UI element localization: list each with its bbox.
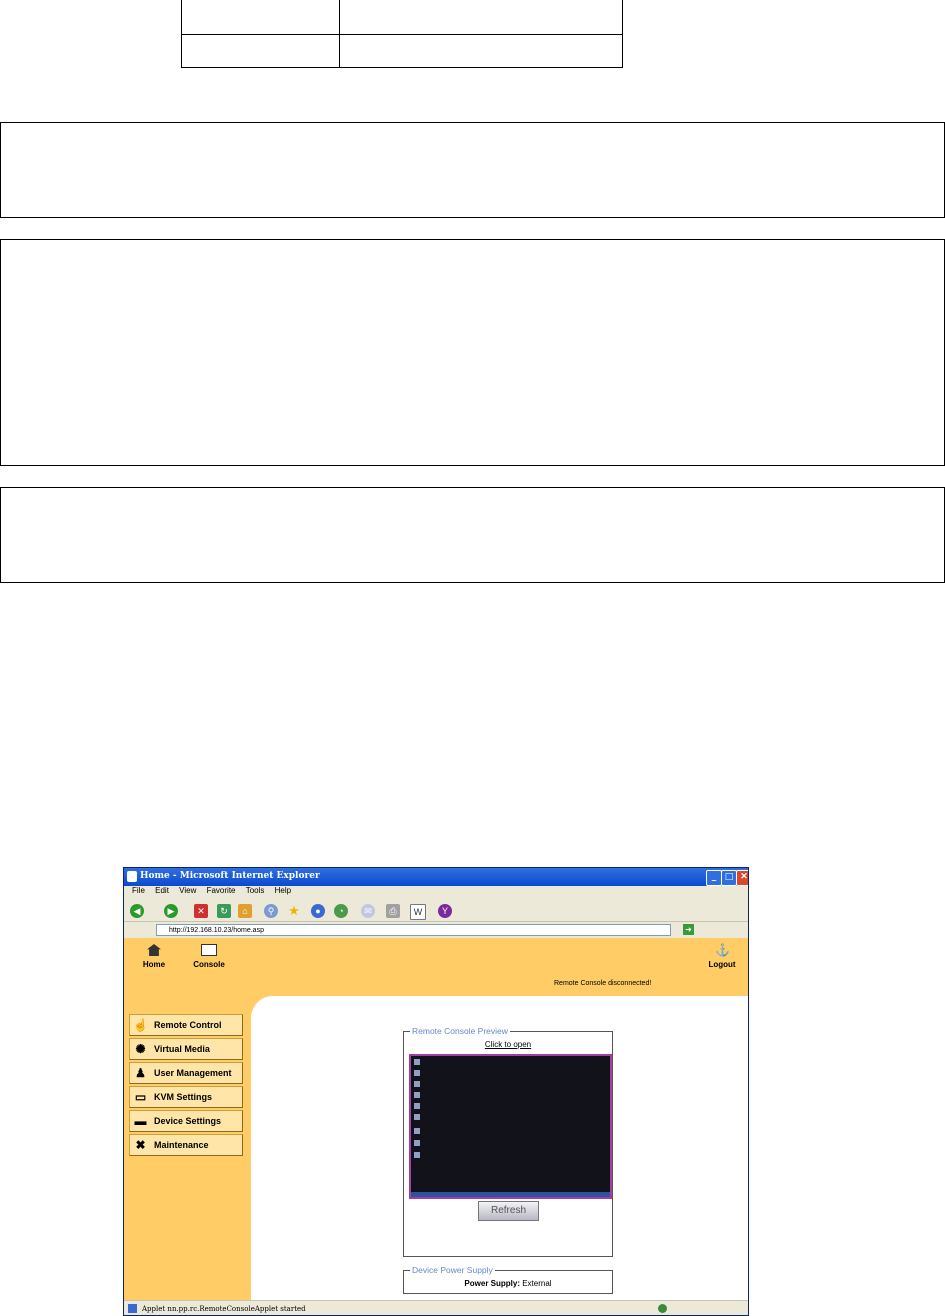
edit-icon[interactable]: W bbox=[410, 904, 426, 920]
sidebar-item-kvm-settings[interactable]: ▭ KVM Settings bbox=[129, 1086, 243, 1108]
desktop-icon bbox=[414, 1070, 420, 1076]
device-icon: ▬ bbox=[134, 1114, 147, 1128]
preview-legend: Remote Console Preview bbox=[410, 1026, 510, 1036]
main-content: Remote Console Preview Click to open Ref… bbox=[251, 996, 748, 1300]
power-supply-line: Power Supply: External bbox=[404, 1279, 612, 1288]
forward-icon[interactable]: ▶ bbox=[164, 904, 178, 918]
window-title: Home - Microsoft Internet Explorer bbox=[140, 871, 320, 881]
document-box bbox=[0, 122, 945, 218]
history-icon[interactable]: ◔ bbox=[334, 904, 348, 918]
taskbar bbox=[411, 1192, 610, 1197]
desktop-icon bbox=[414, 1059, 420, 1065]
monitor-icon: ▭ bbox=[134, 1090, 147, 1104]
click-to-open-link[interactable]: Click to open bbox=[404, 1040, 612, 1049]
title-bar[interactable]: Home - Microsoft Internet Explorer _ □ ✕ bbox=[124, 868, 748, 886]
menu-edit[interactable]: Edit bbox=[155, 886, 169, 895]
console-label: Console bbox=[193, 960, 225, 969]
document-table bbox=[181, 0, 623, 68]
desktop-icon bbox=[414, 1092, 420, 1098]
remote-console-preview: Remote Console Preview Click to open Ref… bbox=[403, 1026, 613, 1257]
sidebar-item-remote-control[interactable]: ☝ Remote Control bbox=[129, 1014, 243, 1036]
logout-button[interactable]: ⚓ Logout bbox=[702, 944, 742, 969]
device-power-supply: Device Power Supply Power Supply: Extern… bbox=[403, 1265, 613, 1294]
home-label: Home bbox=[142, 960, 166, 969]
top-navigation: Home Console Remote Console disconnected… bbox=[124, 938, 748, 996]
menu-bar: File Edit View Favorite Tools Help bbox=[124, 886, 748, 900]
power-legend: Device Power Supply bbox=[410, 1265, 495, 1275]
sidebar-menu: ☝ Remote Control ✺ Virtual Media ♟ User Man… bbox=[129, 1014, 243, 1158]
table-row bbox=[182, 0, 622, 35]
table-row bbox=[182, 34, 622, 67]
menu-favorite[interactable]: Favorite bbox=[207, 886, 236, 895]
media-icon[interactable]: ● bbox=[311, 904, 325, 918]
document-box bbox=[0, 487, 945, 583]
menu-tools[interactable]: Tools bbox=[246, 886, 265, 895]
media-icon: ✺ bbox=[135, 1042, 146, 1056]
menu-help[interactable]: Help bbox=[275, 886, 291, 895]
house-icon bbox=[147, 944, 161, 956]
desktop-icon bbox=[414, 1081, 420, 1087]
desktop-icon bbox=[414, 1128, 420, 1134]
close-button[interactable]: ✕ bbox=[736, 870, 748, 886]
logout-label: Logout bbox=[708, 960, 736, 969]
sidebar-item-maintenance[interactable]: ✖ Maintenance bbox=[129, 1134, 243, 1156]
web-page: Home Console Remote Console disconnected… bbox=[124, 938, 748, 1300]
sidebar-item-virtual-media[interactable]: ✺ Virtual Media bbox=[129, 1038, 243, 1060]
console-nav-button[interactable]: Console bbox=[189, 944, 229, 969]
users-icon: ♟ bbox=[135, 1066, 146, 1080]
console-screenshot[interactable] bbox=[409, 1054, 612, 1199]
go-icon[interactable]: ➜ bbox=[683, 924, 694, 935]
hand-icon: ☝ bbox=[133, 1018, 148, 1032]
logout-icon: ⚓ bbox=[715, 943, 730, 957]
ie-icon bbox=[127, 871, 137, 882]
tools-icon: ✖ bbox=[135, 1138, 146, 1152]
refresh-button[interactable]: Refresh bbox=[478, 1201, 539, 1221]
messenger-icon[interactable]: Y bbox=[438, 904, 452, 918]
sidebar-item-device-settings[interactable]: ▬ Device Settings bbox=[129, 1110, 243, 1132]
page-icon bbox=[128, 1304, 137, 1313]
home-nav-button[interactable]: Home bbox=[134, 944, 174, 969]
mail-icon[interactable]: ✉ bbox=[361, 904, 375, 918]
menu-view[interactable]: View bbox=[179, 886, 196, 895]
document-box bbox=[0, 239, 945, 466]
desktop-icon bbox=[414, 1103, 420, 1109]
status-bar: Applet nn.pp.rc.RemoteConsoleApplet star… bbox=[124, 1300, 748, 1315]
console-icon bbox=[201, 944, 217, 956]
sidebar-item-user-management[interactable]: ♟ User Management bbox=[129, 1062, 243, 1084]
toolbar: ◀ ▶ ✕ ↻ ⌂ ⚲ ★ ● ◔ ✉ ⎙ W Y bbox=[124, 900, 748, 922]
desktop-icon bbox=[414, 1152, 420, 1158]
console-status: Remote Console disconnected! bbox=[554, 980, 652, 987]
address-input[interactable]: http://192.168.10.23/home.asp bbox=[156, 924, 671, 936]
address-bar: http://192.168.10.23/home.asp ➜ bbox=[124, 923, 748, 938]
search-icon[interactable]: ⚲ bbox=[264, 904, 278, 918]
minimize-button[interactable]: _ bbox=[706, 870, 722, 886]
desktop-icon bbox=[414, 1140, 420, 1146]
back-icon[interactable]: ◀ bbox=[130, 904, 144, 918]
desktop-icon bbox=[414, 1114, 420, 1120]
browser-window: Home - Microsoft Internet Explorer _ □ ✕… bbox=[123, 867, 749, 1316]
internet-zone-icon bbox=[658, 1304, 667, 1313]
maximize-button[interactable]: □ bbox=[721, 870, 737, 886]
print-icon[interactable]: ⎙ bbox=[386, 904, 400, 918]
home-icon[interactable]: ⌂ bbox=[238, 904, 252, 918]
stop-icon[interactable]: ✕ bbox=[194, 904, 208, 918]
favorites-icon[interactable]: ★ bbox=[287, 904, 301, 918]
status-text: Applet nn.pp.rc.RemoteConsoleApplet star… bbox=[142, 1305, 306, 1313]
menu-file[interactable]: File bbox=[132, 886, 145, 895]
refresh-icon[interactable]: ↻ bbox=[217, 904, 231, 918]
power-key: Power Supply: bbox=[464, 1279, 520, 1288]
power-value: External bbox=[522, 1279, 552, 1288]
